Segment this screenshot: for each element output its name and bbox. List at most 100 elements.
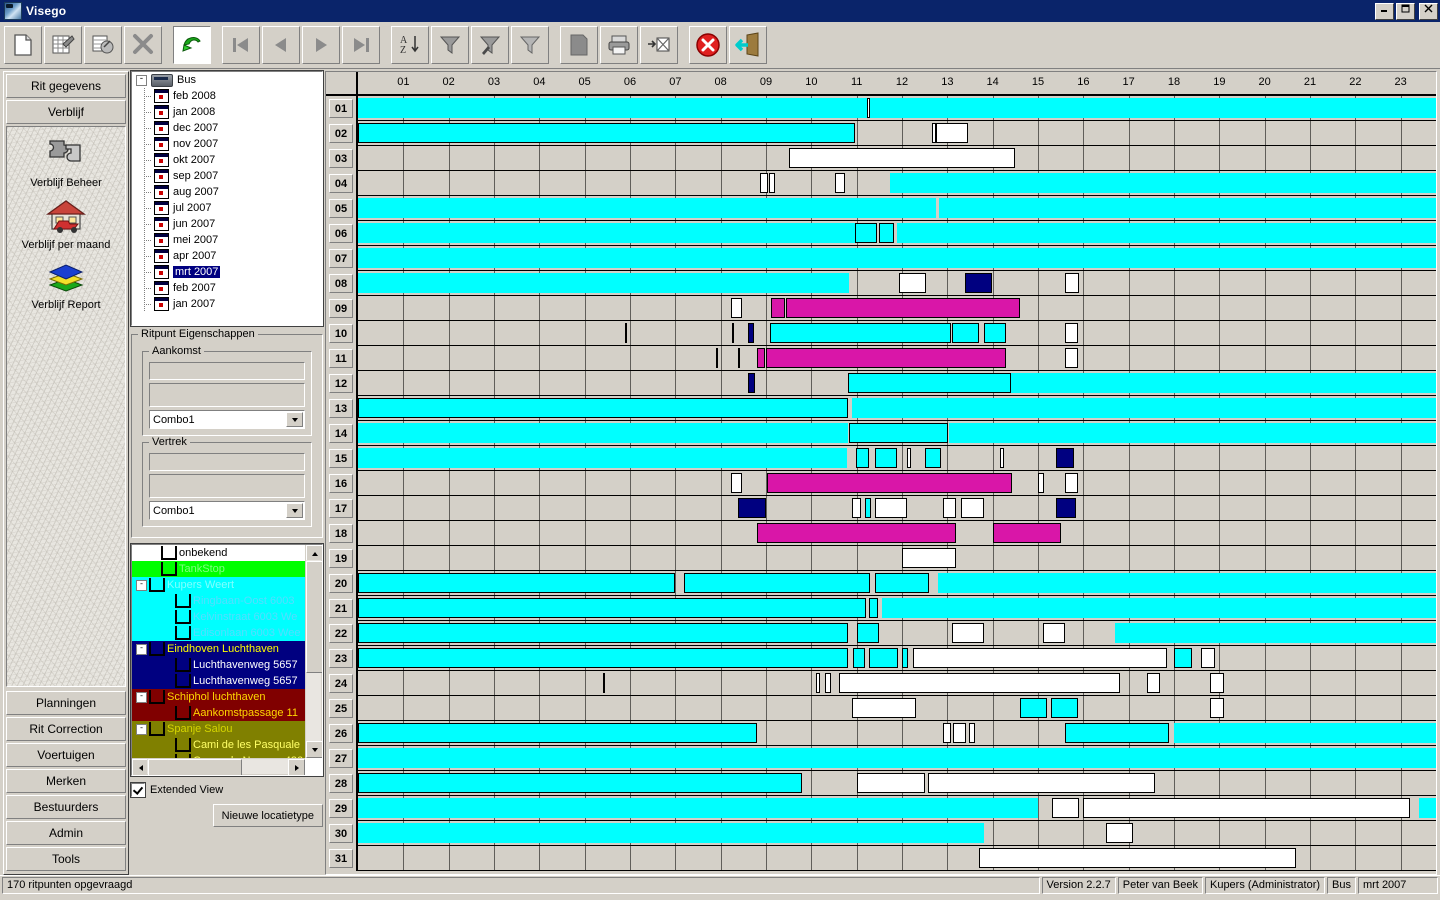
gantt-row[interactable]: 22	[326, 621, 1436, 646]
gantt-bar[interactable]	[358, 423, 848, 443]
month-tree-item[interactable]: apr 2007	[132, 248, 322, 264]
month-tree-item[interactable]: jan 2008	[132, 104, 322, 120]
gantt-bar[interactable]	[969, 723, 976, 743]
gantt-bar[interactable]	[938, 198, 1436, 218]
gantt-bar[interactable]	[899, 273, 927, 293]
tree-expander[interactable]: -	[136, 74, 147, 86]
gantt-bar[interactable]	[874, 573, 930, 593]
gantt-bar[interactable]	[358, 248, 1436, 268]
scroll-thumb[interactable]	[148, 759, 242, 775]
gantt-bar[interactable]	[869, 648, 899, 668]
arrival-combo-dropdown-button[interactable]	[286, 412, 303, 427]
gantt-row-track[interactable]	[358, 421, 1436, 446]
gantt-row-header[interactable]: 13	[326, 396, 358, 421]
month-tree-item[interactable]: mei 2007	[132, 232, 322, 248]
gantt-bar[interactable]	[768, 173, 776, 193]
gantt-bar[interactable]	[856, 623, 880, 643]
gantt-bar[interactable]	[358, 723, 757, 743]
gantt-bar[interactable]	[1050, 698, 1078, 718]
gantt-row-track[interactable]	[358, 96, 1436, 121]
minimize-button[interactable]	[1375, 2, 1394, 20]
gantt-marker[interactable]	[625, 323, 628, 343]
scroll-down-button[interactable]	[306, 741, 322, 758]
location-tree-expander[interactable]: -	[136, 723, 147, 735]
gantt-row[interactable]: 16	[326, 471, 1436, 496]
gantt-row-track[interactable]	[358, 221, 1436, 246]
gantt-row-header[interactable]: 16	[326, 471, 358, 496]
location-tree-item[interactable]: Kelvinstraat 6003 We	[132, 609, 305, 625]
gantt-bar[interactable]	[874, 448, 898, 468]
gantt-bar[interactable]	[1065, 273, 1079, 293]
gantt-bar[interactable]	[874, 498, 907, 518]
location-tree-item[interactable]: Cami de les Pasquale	[132, 737, 305, 753]
gantt-row-track[interactable]	[358, 246, 1436, 271]
gantt-bar[interactable]	[834, 173, 845, 193]
filter-button[interactable]	[431, 26, 469, 64]
gantt-row[interactable]: 23	[326, 646, 1436, 671]
gantt-row[interactable]: 24	[326, 671, 1436, 696]
gantt-row-header[interactable]: 17	[326, 496, 358, 521]
gantt-row-track[interactable]	[358, 521, 1436, 546]
gantt-row[interactable]: 31	[326, 846, 1436, 871]
month-tree[interactable]: - Bus feb 2008 jan 2008 dec 2007 nov 2007 ok…	[130, 70, 324, 327]
location-tree-item[interactable]: Luchthavenweg 5657	[132, 657, 305, 673]
gantt-bar[interactable]	[1019, 698, 1048, 718]
gantt-row-header[interactable]: 23	[326, 646, 358, 671]
gantt-bar[interactable]	[1038, 473, 1045, 493]
gantt-bar[interactable]	[902, 648, 909, 668]
gantt-row-track[interactable]	[358, 696, 1436, 721]
location-tree-item[interactable]: Ringbaan-Oost 6003	[132, 593, 305, 609]
gantt-row[interactable]: 04	[326, 171, 1436, 196]
gantt-bar[interactable]	[1106, 823, 1134, 843]
gantt-row-header[interactable]: 01	[326, 96, 358, 121]
gantt-row-header[interactable]: 12	[326, 371, 358, 396]
gantt-bar[interactable]	[1146, 673, 1161, 693]
gantt-row-header[interactable]: 25	[326, 696, 358, 721]
gantt-bar[interactable]	[879, 223, 894, 243]
gantt-bar[interactable]	[358, 273, 850, 293]
gantt-row[interactable]: 28	[326, 771, 1436, 796]
gantt-row[interactable]: 13	[326, 396, 1436, 421]
gantt-row-header[interactable]: 02	[326, 121, 358, 146]
gantt-bar[interactable]	[785, 298, 1020, 318]
gantt-row-track[interactable]	[358, 146, 1436, 171]
gantt-bar[interactable]	[684, 573, 871, 593]
gantt-row[interactable]: 26	[326, 721, 1436, 746]
gantt-row-header[interactable]: 10	[326, 321, 358, 346]
sidebar-group-rit-correction[interactable]: Rit Correction	[6, 717, 126, 741]
gantt-row-header[interactable]: 15	[326, 446, 358, 471]
gantt-row-track[interactable]	[358, 771, 1436, 796]
gantt-bar[interactable]	[854, 223, 877, 243]
gantt-bar[interactable]	[1065, 348, 1078, 368]
gantt-bar[interactable]	[983, 323, 1007, 343]
gantt-bar[interactable]	[951, 623, 984, 643]
gantt-bar[interactable]	[747, 323, 755, 343]
gantt-bar[interactable]	[747, 373, 756, 393]
gantt-bar[interactable]	[1201, 648, 1215, 668]
gantt-bar[interactable]	[938, 573, 1436, 593]
gantt-bar[interactable]	[992, 523, 1061, 543]
next-record-button[interactable]	[302, 26, 340, 64]
gantt-bar[interactable]	[848, 423, 949, 443]
gantt-row[interactable]: 09	[326, 296, 1436, 321]
gantt-bar[interactable]	[1065, 323, 1078, 343]
location-tree-item[interactable]: - Spanje Salou	[132, 721, 305, 737]
gantt-row[interactable]: 07	[326, 246, 1436, 271]
location-tree[interactable]: onbekend TankStop - Kupers Weert Ringbaan-Oo…	[130, 543, 324, 777]
month-tree-item[interactable]: jun 2007	[132, 216, 322, 232]
location-tree-item[interactable]: Luchthavenweg 5657	[132, 673, 305, 689]
gantt-bar[interactable]	[869, 98, 1436, 118]
gantt-bar[interactable]	[852, 698, 916, 718]
gantt-bar[interactable]	[358, 223, 855, 243]
gantt-bar[interactable]	[942, 498, 957, 518]
cancel-button[interactable]	[689, 26, 727, 64]
gantt-marker[interactable]	[716, 348, 719, 368]
gantt-row-header[interactable]: 18	[326, 521, 358, 546]
gantt-row-track[interactable]	[358, 821, 1436, 846]
gantt-row-track[interactable]	[358, 671, 1436, 696]
gantt-bar[interactable]	[730, 473, 742, 493]
gantt-bar[interactable]	[1174, 723, 1436, 743]
gantt-bar[interactable]	[838, 673, 1120, 693]
gantt-marker[interactable]	[602, 673, 605, 693]
gantt-row-header[interactable]: 21	[326, 596, 358, 621]
